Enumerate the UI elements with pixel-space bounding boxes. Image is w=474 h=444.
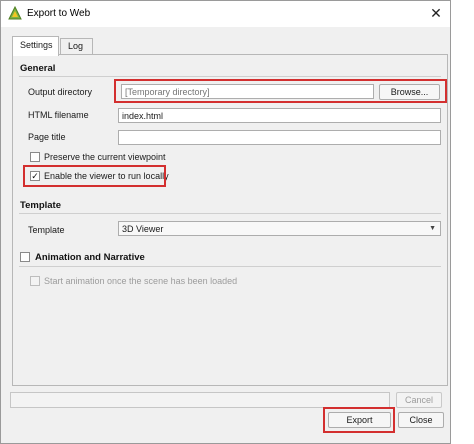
general-section-title: General [20,63,56,74]
window-title: Export to Web [27,8,91,19]
template-section-title: Template [20,200,62,211]
preserve-viewpoint-checkbox[interactable] [30,152,40,162]
cancel-button[interactable]: Cancel [396,392,442,408]
output-directory-label: Output directory [28,87,93,97]
title-bar: Export to Web ✕ [1,1,450,27]
start-animation-checkbox[interactable] [30,276,40,286]
page-title-label: Page title [28,132,66,142]
output-directory-highlight [114,79,447,103]
export-to-web-dialog: Export to Web ✕ Settings Log General Out… [0,0,451,444]
start-animation-label: Start animation once the scene has been … [44,276,238,286]
html-filename-field[interactable]: index.html [118,108,441,123]
animation-section-title: Animation and Narrative [35,252,145,263]
section-divider [19,266,441,267]
template-select[interactable]: 3D Viewer ▼ [118,221,441,236]
section-divider [19,76,441,77]
preserve-viewpoint-label: Preserve the current viewpoint [44,152,166,162]
tab-settings[interactable]: Settings [12,36,59,56]
section-divider [19,213,441,214]
template-selected-value: 3D Viewer [122,224,164,234]
export-button-highlight [323,407,395,433]
chevron-down-icon: ▼ [429,225,436,232]
tab-log[interactable]: Log [60,38,93,54]
progress-bar [10,392,390,408]
page-title-field[interactable] [118,130,441,145]
close-icon[interactable]: ✕ [425,3,447,23]
animation-checkbox[interactable] [20,252,30,262]
close-button[interactable]: Close [398,412,444,428]
html-filename-label: HTML filename [28,110,89,120]
run-locally-highlight [23,165,166,187]
settings-panel: General Output directory Browse... HTML … [12,54,448,386]
qgis-icon [8,6,22,20]
template-label: Template [28,225,65,235]
